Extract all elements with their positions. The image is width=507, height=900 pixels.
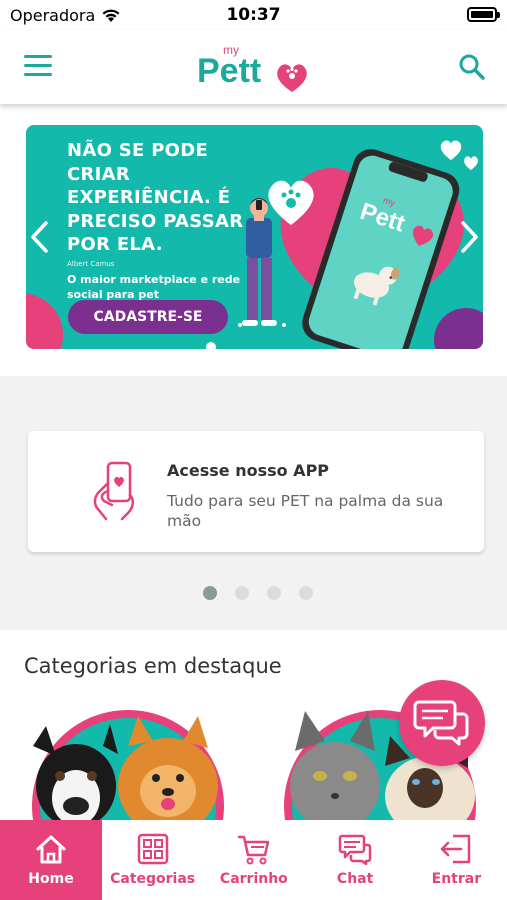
nav-chat-label: Chat: [336, 871, 374, 887]
chat-icon: [338, 834, 372, 865]
mypetto-logo: my Pett: [197, 43, 307, 92]
nav-home[interactable]: Home: [0, 820, 102, 900]
app-card-text: Tudo para seu PET na palma da sua mão: [167, 492, 444, 530]
hamburger-menu-icon[interactable]: [24, 55, 52, 77]
phone-hand-icon: [93, 461, 134, 521]
banner-author: Albert Camus: [67, 259, 115, 268]
chat-bubbles-icon: [413, 700, 469, 746]
banner-heading: NÃO SE PODE CRIAR EXPERIÊNCIA. É PRECISO…: [67, 140, 244, 255]
logo-text: Pett: [197, 52, 261, 90]
carousel-dots: [203, 586, 313, 600]
heart-badge-icon: [440, 140, 462, 160]
category-dogs[interactable]: [28, 706, 228, 826]
banner-subtitle: O maior marketplace e rede social para p…: [67, 272, 241, 301]
nav-entrar[interactable]: Entrar: [406, 820, 507, 900]
nav-chat[interactable]: Chat: [305, 820, 406, 900]
chat-fab-button[interactable]: [399, 680, 485, 766]
nav-home-label: Home: [28, 871, 74, 887]
app-info-section: Acesse nosso APP Tudo para seu PET na pa…: [0, 376, 507, 630]
nav-carrinho[interactable]: Carrinho: [203, 820, 304, 900]
battery-icon: [467, 7, 500, 22]
categories-title: Categorias em destaque: [24, 654, 282, 678]
dogs-photo-icon: [32, 710, 224, 826]
login-icon: [441, 834, 471, 864]
banner-indicator-dot: [206, 342, 216, 349]
status-time: 10:37: [226, 5, 281, 25]
carousel-dot-4[interactable]: [299, 586, 313, 600]
banner-text: NÃO SE PODE CRIAR EXPERIÊNCIA. É PRECISO…: [67, 139, 277, 302]
status-bar: Operadora 10:37: [0, 0, 507, 30]
grid-icon: [137, 833, 168, 865]
nav-categorias[interactable]: Categorias: [102, 820, 203, 900]
bottom-navigation: Home Categorias Carrinho Chat Entrar: [0, 820, 507, 900]
search-icon[interactable]: [457, 52, 487, 82]
chevron-right-icon[interactable]: [457, 220, 481, 254]
home-icon: [36, 835, 66, 864]
promo-banner[interactable]: my Pett NÃO SE PODE CRIAR EXPERIÊNCIA. É…: [26, 125, 483, 349]
cadastre-se-button[interactable]: CADASTRE-SE: [68, 300, 228, 334]
nav-entrar-label: Entrar: [431, 871, 482, 887]
nav-categorias-label: Categorias: [110, 871, 196, 887]
chevron-left-icon[interactable]: [28, 220, 52, 254]
carousel-dot-2[interactable]: [235, 586, 249, 600]
cart-icon: [237, 835, 270, 865]
app-header: my Pett: [0, 30, 507, 104]
banner-section: my Pett NÃO SE PODE CRIAR EXPERIÊNCIA. É…: [0, 104, 507, 376]
nav-carrinho-label: Carrinho: [219, 871, 288, 887]
carousel-dot-3[interactable]: [267, 586, 281, 600]
carousel-dot-1[interactable]: [203, 586, 217, 600]
app-card-title: Acesse nosso APP: [167, 461, 330, 480]
app-download-card[interactable]: Acesse nosso APP Tudo para seu PET na pa…: [28, 431, 484, 552]
